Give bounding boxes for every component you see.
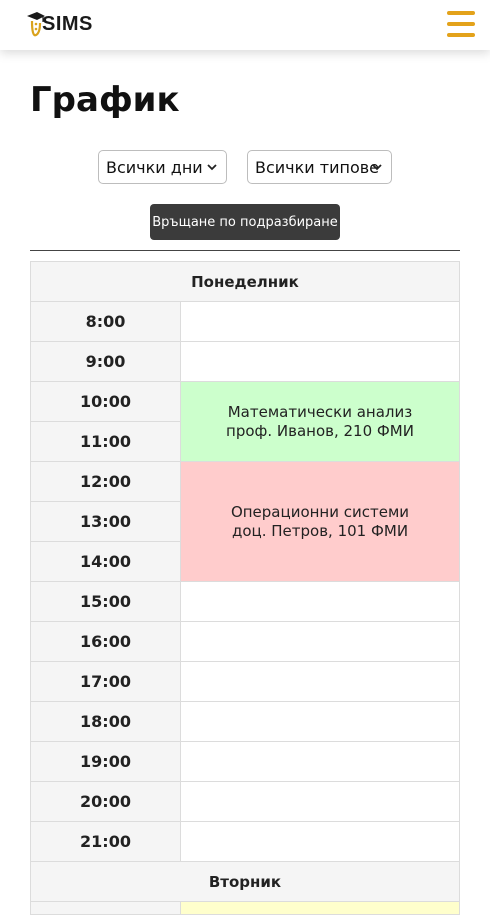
time-label: 11:00 bbox=[80, 432, 131, 451]
type-filter-select[interactable]: Всички типове bbox=[247, 150, 392, 184]
empty-slot[interactable] bbox=[180, 741, 460, 782]
time-label: 20:00 bbox=[80, 792, 131, 811]
time-cell: 10:00 bbox=[30, 381, 181, 422]
time-cell: 18:00 bbox=[30, 701, 181, 742]
event-name: Математически анализ bbox=[227, 402, 413, 421]
time-label: 12:00 bbox=[80, 472, 131, 491]
day-filter-select[interactable]: Всички дни bbox=[98, 150, 227, 184]
day-header-tuesday: Вторник bbox=[30, 861, 460, 902]
time-cell: 19:00 bbox=[30, 741, 181, 782]
type-filter-value: Всички типове bbox=[255, 157, 380, 177]
time-label: 18:00 bbox=[80, 712, 131, 731]
menu-bar bbox=[447, 22, 475, 26]
event-operating-systems[interactable]: Операционни системи доц. Петров, 101 ФМИ bbox=[180, 461, 460, 582]
time-label: 14:00 bbox=[80, 552, 131, 571]
event-math-analysis[interactable]: Математически анализ проф. Иванов, 210 Ф… bbox=[180, 381, 460, 462]
divider bbox=[30, 250, 460, 251]
time-label: 17:00 bbox=[80, 672, 131, 691]
navbar: SIMS bbox=[0, 0, 490, 50]
time-label: 8:00 bbox=[85, 312, 126, 331]
empty-slot[interactable] bbox=[180, 821, 460, 862]
time-label: 9:00 bbox=[85, 352, 126, 371]
event-name: Операционни системи bbox=[230, 502, 410, 521]
time-cell bbox=[30, 901, 181, 915]
empty-slot[interactable] bbox=[180, 781, 460, 822]
empty-slot[interactable] bbox=[180, 301, 460, 342]
page-title: График bbox=[30, 80, 180, 120]
time-cell: 21:00 bbox=[30, 821, 181, 862]
time-cell: 20:00 bbox=[30, 781, 181, 822]
time-label: 19:00 bbox=[80, 752, 131, 771]
time-cell: 17:00 bbox=[30, 661, 181, 702]
menu-bar bbox=[447, 33, 475, 37]
chevron-down-icon bbox=[207, 164, 217, 171]
sims-logo[interactable]: SIMS bbox=[26, 10, 93, 38]
day-filter-value: Всички дни bbox=[106, 157, 203, 177]
event-slot-tuesday[interactable] bbox=[180, 901, 460, 915]
reset-defaults-button[interactable]: Връщане по подразбиране bbox=[150, 204, 340, 240]
time-label: 15:00 bbox=[80, 592, 131, 611]
event-details: проф. Иванов, 210 ФМИ bbox=[226, 421, 414, 440]
logo-text: SIMS bbox=[42, 12, 93, 35]
time-label: 21:00 bbox=[80, 832, 131, 851]
chevron-down-icon bbox=[372, 164, 382, 171]
empty-slot[interactable] bbox=[180, 621, 460, 662]
reset-defaults-label: Връщане по подразбиране bbox=[152, 214, 338, 230]
empty-slot[interactable] bbox=[180, 661, 460, 702]
time-label: 10:00 bbox=[80, 392, 131, 411]
empty-slot[interactable] bbox=[180, 341, 460, 382]
time-cell: 15:00 bbox=[30, 581, 181, 622]
day-label: Понеделник bbox=[191, 272, 299, 291]
time-cell: 9:00 bbox=[30, 341, 181, 382]
event-details: доц. Петров, 101 ФМИ bbox=[231, 521, 409, 540]
time-label: 13:00 bbox=[80, 512, 131, 531]
hamburger-menu-button[interactable] bbox=[446, 10, 476, 38]
time-cell: 11:00 bbox=[30, 421, 181, 462]
graduation-cap-icon bbox=[26, 11, 45, 37]
empty-slot[interactable] bbox=[180, 701, 460, 742]
time-label: 16:00 bbox=[80, 632, 131, 651]
day-header-monday: Понеделник bbox=[30, 261, 460, 302]
time-cell: 16:00 bbox=[30, 621, 181, 662]
time-cell: 13:00 bbox=[30, 501, 181, 542]
time-cell: 14:00 bbox=[30, 541, 181, 582]
menu-bar bbox=[447, 11, 475, 15]
empty-slot[interactable] bbox=[180, 581, 460, 622]
time-cell: 8:00 bbox=[30, 301, 181, 342]
time-cell: 12:00 bbox=[30, 461, 181, 502]
day-label: Вторник bbox=[208, 872, 282, 891]
